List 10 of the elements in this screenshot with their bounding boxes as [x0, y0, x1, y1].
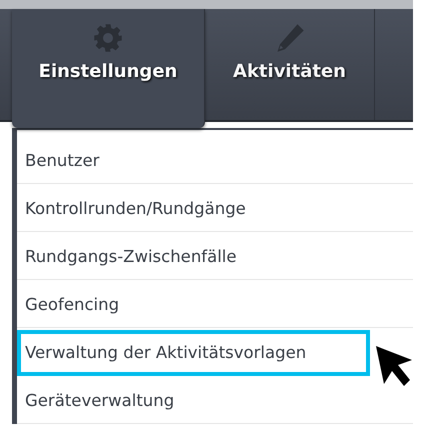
menu-item[interactable]: Kontrollrunden/Rundgänge	[17, 186, 413, 232]
menu-item[interactable]: Geofencing	[17, 282, 413, 328]
pencil-icon	[274, 23, 304, 53]
menu-item[interactable]: Benutzer	[17, 138, 413, 184]
nav-tab[interactable]: Einstellungen	[12, 9, 205, 128]
gear-icon	[93, 23, 123, 53]
menu-item[interactable]: Rundgangs-Zwischenfälle	[17, 234, 413, 280]
nav-tab[interactable]: Aktivitäten	[205, 9, 375, 120]
cursor-arrow-icon	[374, 344, 414, 388]
menu-item[interactable]: Verwaltung der Aktivitätsvorlagen	[17, 330, 370, 376]
